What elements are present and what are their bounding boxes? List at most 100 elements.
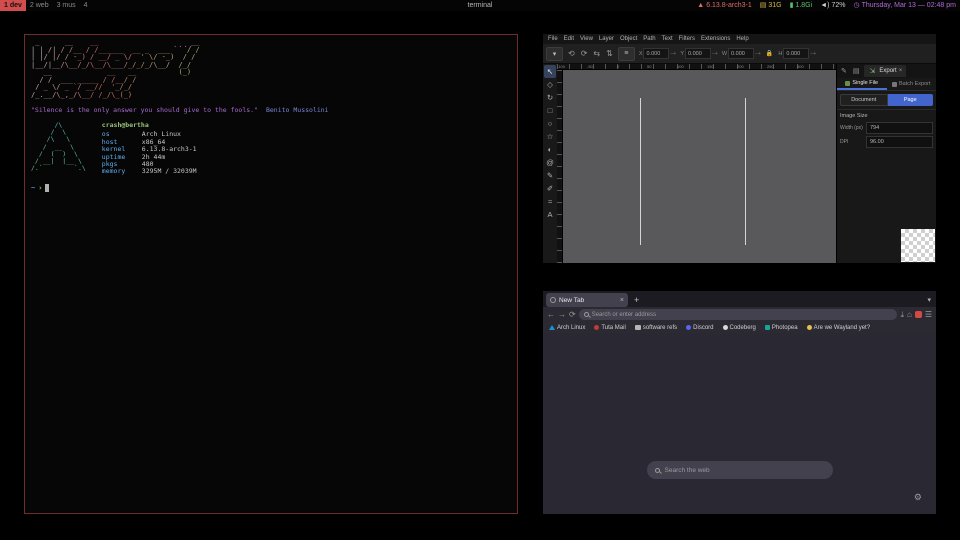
pen-tool[interactable]: ✎ xyxy=(544,169,556,182)
arch-icon: ▲ xyxy=(697,0,704,11)
menu-help[interactable]: Help xyxy=(733,36,751,42)
downloads-button[interactable]: ⤓ xyxy=(900,310,904,320)
volume-icon: ◄) xyxy=(820,0,829,11)
active-tab[interactable]: New Tab × xyxy=(546,293,628,307)
menu-text[interactable]: Text xyxy=(659,36,676,42)
disk-module: ▤ 31G xyxy=(760,0,782,11)
url-bar[interactable]: Search or enter address xyxy=(579,309,898,320)
memory-module: ▮ 1.8Gi xyxy=(790,0,813,11)
bookmarks-bar: Arch Linux Tuta Mail software refs Disco… xyxy=(543,322,936,333)
home-button[interactable]: ⌂ xyxy=(907,310,912,319)
selection-mode-dropdown[interactable]: ▾ xyxy=(546,47,563,61)
clock-icon: ◷ xyxy=(853,0,859,11)
layers-dialog-icon[interactable]: ▤ xyxy=(851,67,862,75)
ublock-extension-icon[interactable] xyxy=(915,311,922,318)
star-tool[interactable]: ☆ xyxy=(544,130,556,143)
batch-export-icon xyxy=(892,82,897,87)
flip-vertical-icon[interactable]: ⇅ xyxy=(605,49,614,58)
ascii-art-dots: ···· xyxy=(173,43,194,51)
tool-options-bar: ▾ ⟲ ⟳ ⇆ ⇅ ≡ X 0.000−+ Y 0.000−+ W 0.000−… xyxy=(543,44,936,64)
arch-ascii-logo: /\ / \ /\ \ / __ \ / ( ) \ / __| |__ \ /… xyxy=(31,122,86,176)
codeberg-favicon-icon xyxy=(723,325,728,330)
calligraphy-tool[interactable]: ≈ xyxy=(544,195,556,208)
user-host: crash@bertha xyxy=(102,122,197,129)
menu-button[interactable]: ☰ xyxy=(925,310,932,319)
page-border-left xyxy=(640,98,641,245)
single-file-tab[interactable]: Single File xyxy=(837,78,887,90)
inkscape-menubar: File Edit View Layer Object Path Text Fi… xyxy=(543,34,936,44)
menu-filters[interactable]: Filters xyxy=(676,36,698,42)
browser-window[interactable]: New Tab × + ▾ ← → ⟳ Search or enter addr… xyxy=(543,291,936,514)
bookmark-are-we-wayland-yet[interactable]: Are we Wayland yet? xyxy=(807,325,870,331)
menu-path[interactable]: Path xyxy=(640,36,658,42)
back-button[interactable]: ← xyxy=(547,310,555,319)
export-width-input[interactable]: 794 xyxy=(866,122,933,134)
menu-view[interactable]: View xyxy=(577,36,596,42)
y-field[interactable]: Y 0.000−+ xyxy=(680,48,718,59)
photopea-favicon-icon xyxy=(765,325,770,330)
web-search-box[interactable]: Search the web xyxy=(647,461,833,479)
bookmark-photopea[interactable]: Photopea xyxy=(765,325,798,331)
tuta-favicon-icon xyxy=(594,325,599,330)
width-field[interactable]: W 0.000−+ xyxy=(722,48,761,59)
x-field[interactable]: X 0.000−+ xyxy=(639,48,677,59)
export-panel: ✎ ▤ ⇲ Export × Single File Batc xyxy=(836,64,936,263)
dpi-label: DPI xyxy=(840,139,864,145)
single-file-icon xyxy=(845,81,850,86)
menu-extensions[interactable]: Extensions xyxy=(698,36,733,42)
rotate-cw-icon[interactable]: ⟳ xyxy=(580,49,589,58)
export-width-row: Width (px) 794 xyxy=(837,121,936,135)
text-tool[interactable]: A xyxy=(544,208,556,221)
ellipse-tool[interactable]: ○ xyxy=(544,117,556,130)
bookmark-arch-linux[interactable]: Arch Linux xyxy=(549,325,585,331)
rectangle-tool[interactable]: □ xyxy=(544,104,556,117)
selector-tool[interactable]: ↖ xyxy=(544,65,556,78)
status-bar: 1 dev 2 web 3 mus 4 terminal ▲ 6.13.8-ar… xyxy=(0,0,960,11)
bookmark-discord[interactable]: Discord xyxy=(686,325,713,331)
page-scope-button[interactable]: Page xyxy=(888,94,934,106)
search-icon xyxy=(655,468,660,473)
tab-favicon-icon xyxy=(550,297,556,303)
reload-button[interactable]: ⟳ xyxy=(569,310,576,319)
ascii-welcome-art: _ __ __ __ | | /| / /__ / /______ __ _ _… xyxy=(31,39,511,99)
height-field[interactable]: H 0.000−+ xyxy=(778,48,816,59)
close-tab-icon[interactable]: × xyxy=(620,297,624,304)
folder-icon xyxy=(635,325,641,330)
menu-file[interactable]: File xyxy=(545,36,561,42)
export-mode-tabs: Single File Batch Export xyxy=(837,78,936,91)
terminal-cursor xyxy=(45,184,49,192)
fetch-info: crash@bertha osArch Linux hostx86_64 ker… xyxy=(102,122,197,176)
rotate-tool[interactable]: ↻ xyxy=(544,91,556,104)
node-tool[interactable]: ◇ xyxy=(544,78,556,91)
inkscape-toolbox: ↖ ◇ ↻ □ ○ ☆ ◐ @ ✎ ✐ ≈ A xyxy=(543,64,557,263)
menu-edit[interactable]: Edit xyxy=(561,36,577,42)
menu-object[interactable]: Object xyxy=(617,36,640,42)
export-dpi-input[interactable]: 96.00 xyxy=(866,136,933,148)
browser-nav-bar: ← → ⟳ Search or enter address ⤓ ⌂ ☰ xyxy=(543,307,936,322)
rotate-ccw-icon[interactable]: ⟲ xyxy=(567,49,576,58)
spiral-tool[interactable]: @ xyxy=(544,156,556,169)
forward-button[interactable]: → xyxy=(558,310,566,319)
bookmark-tuta-mail[interactable]: Tuta Mail xyxy=(594,325,625,331)
list-tabs-chevron-icon[interactable]: ▾ xyxy=(927,296,933,304)
export-dialog-tab[interactable]: ⇲ Export × xyxy=(864,65,907,77)
personalize-gear-icon[interactable]: ⚙ xyxy=(914,492,922,503)
pencil-tool[interactable]: ✐ xyxy=(544,182,556,195)
lock-ratio-icon[interactable]: 🔒 xyxy=(765,50,774,57)
fill-stroke-dialog-icon[interactable]: ✎ xyxy=(839,67,849,75)
3dbox-tool[interactable]: ◐ xyxy=(544,143,556,156)
close-export-tab-icon[interactable]: × xyxy=(899,68,903,74)
new-tab-button[interactable]: + xyxy=(628,295,645,305)
document-scope-button[interactable]: Document xyxy=(840,94,888,106)
shell-prompt[interactable]: ~ › xyxy=(31,184,511,192)
align-dropdown[interactable]: ≡ xyxy=(618,47,635,61)
status-modules: ▲ 6.13.8-arch3-1 ▤ 31G ▮ 1.8Gi ◄) 72% ◷ … xyxy=(697,0,960,11)
inkscape-window[interactable]: File Edit View Layer Object Path Text Fi… xyxy=(543,34,936,263)
terminal-window[interactable]: _ __ __ __ | | /| / /__ / /______ __ _ _… xyxy=(24,34,518,514)
flip-horizontal-icon[interactable]: ⇆ xyxy=(592,49,601,58)
bookmark-folder-software-refs[interactable]: software refs xyxy=(635,325,677,331)
bookmark-codeberg[interactable]: Codeberg xyxy=(723,325,756,331)
batch-export-tab[interactable]: Batch Export xyxy=(887,78,937,90)
menu-layer[interactable]: Layer xyxy=(596,36,617,42)
disk-icon: ▤ xyxy=(760,0,767,11)
